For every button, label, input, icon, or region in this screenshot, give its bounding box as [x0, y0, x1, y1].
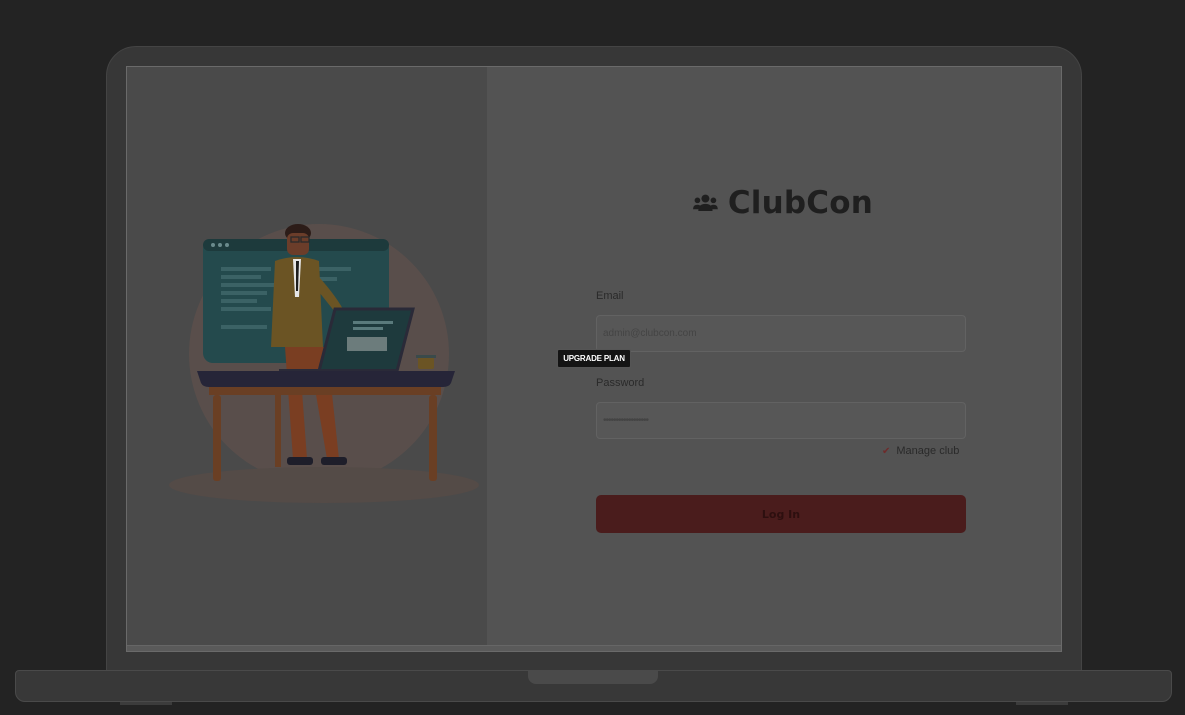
brand-logo: ClubCon	[693, 183, 873, 223]
brand-name: ClubCon	[727, 185, 873, 221]
upgrade-plan-badge[interactable]: UPGRADE PLAN	[557, 349, 631, 368]
email-field[interactable]: admin@clubcon.com	[596, 315, 966, 352]
illustration-panel	[127, 67, 487, 647]
password-field[interactable]: ••••••••••••••••••	[596, 402, 966, 439]
checkmark-icon: ✔	[882, 445, 891, 457]
login-button[interactable]: Log In	[596, 495, 966, 533]
password-label: Password	[596, 377, 645, 389]
laptop-foot-right	[1016, 702, 1068, 705]
manage-club-label: Manage club	[896, 445, 960, 457]
email-placeholder: admin@clubcon.com	[603, 328, 697, 339]
password-value: ••••••••••••••••••	[603, 415, 649, 426]
email-label: Email	[596, 290, 624, 302]
screen-edge	[127, 645, 1061, 651]
laptop-notch	[528, 671, 658, 684]
laptop-foot-left	[120, 702, 172, 705]
person-at-desk-illustration	[169, 224, 479, 503]
users-icon	[693, 194, 718, 211]
manage-club-checkbox[interactable]: ✔ Manage club	[882, 445, 959, 457]
